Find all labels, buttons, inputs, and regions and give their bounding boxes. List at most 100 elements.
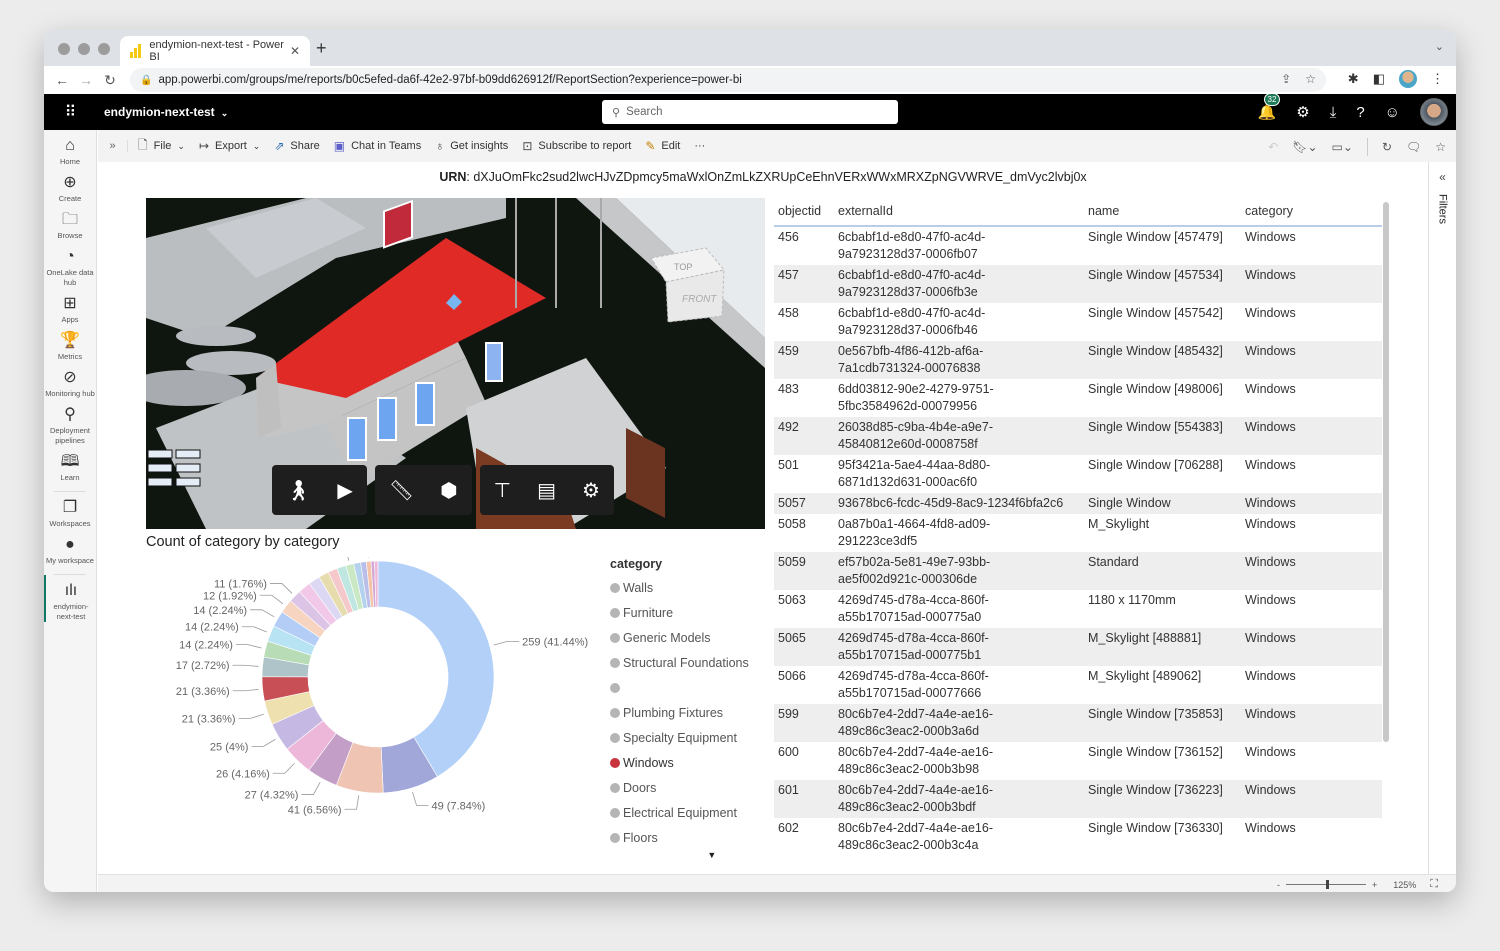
nav-item-7[interactable]: ⚲ Deployment pipelines [44,399,96,446]
browser-tab[interactable]: endymion-next-test - Power BI ✕ [120,36,310,66]
help-icon[interactable]: ? [1356,104,1364,121]
table-row[interactable]: 456 6cbabf1d-e8d0-47f0-ac4d- 9a7923128d37… [774,226,1382,265]
model-browser-icon[interactable]: ⊤ [494,478,511,503]
table-scrollbar[interactable] [1383,202,1389,742]
export-menu[interactable]: ↦ Export ⌄ [199,139,260,153]
donut-chart[interactable]: 259 (41.44%) 49 (7.84%) 41 (6.56%) 27 (4.32… [146,557,606,857]
more-options-button[interactable]: ··· [694,140,705,152]
nav-item-11[interactable]: ılı endymion-next-test [44,575,96,622]
search-input[interactable]: ⚲ Search [602,100,898,124]
table-row[interactable]: 483 6dd03812-90e2-4279-9751- 5fbc3584962d… [774,379,1382,417]
back-icon[interactable]: ← [50,72,74,88]
view-icon[interactable]: ▭⌄ [1332,140,1353,154]
user-avatar[interactable] [1420,98,1448,126]
nav-item-5[interactable]: 🏆 Metrics [44,325,96,362]
reload-icon[interactable]: ↻ [98,72,122,89]
expand-pane-icon[interactable]: » [98,140,128,152]
table-row[interactable]: 601 80c6b7e4-2dd7-4a4e-ae16- 489c86c3eac2… [774,780,1382,818]
undo-icon[interactable]: ↶ [1268,140,1278,154]
zoom-out-button[interactable]: - [1277,880,1280,890]
download-icon[interactable]: ⤓ [1330,104,1337,121]
zoom-slider[interactable] [1286,880,1366,889]
table-row[interactable]: 5057 93678bc6-fcdc-45d9-8ac9-1234f6bfa2c6… [774,493,1382,514]
forward-icon[interactable]: → [74,72,98,88]
legend-item[interactable] [610,675,749,700]
close-window-button[interactable] [58,43,70,55]
properties-icon[interactable]: ▤ [537,478,556,503]
legend-item[interactable]: Structural Foundations [610,650,749,675]
share-page-icon[interactable]: ⇪ [1281,72,1291,86]
legend-item[interactable]: Windows [610,750,749,775]
side-panel-icon[interactable]: ◧ [1373,71,1385,87]
new-tab-button[interactable]: + [316,38,327,59]
nav-item-4[interactable]: ⊞ Apps [44,288,96,325]
url-input[interactable]: 🔒 app.powerbi.com/groups/me/reports/b0c5… [130,68,1326,92]
bookmark-icon[interactable]: 🔖︎⌄ [1292,140,1317,154]
table-row[interactable]: 458 6cbabf1d-e8d0-47f0-ac4d- 9a7923128d37… [774,303,1382,341]
table-row[interactable]: 457 6cbabf1d-e8d0-47f0-ac4d- 9a7923128d37… [774,265,1382,303]
first-person-icon[interactable]: 🚶︎ [286,478,311,503]
nav-item-6[interactable]: ⊘ Monitoring hub [44,362,96,399]
browser-profile-avatar[interactable] [1399,70,1417,88]
legend-item[interactable]: Plumbing Fixtures [610,700,749,725]
legend-item[interactable]: Electrical Equipment [610,800,749,825]
favorite-star-icon[interactable]: ☆ [1435,140,1446,154]
zoom-slider-thumb[interactable] [1326,880,1329,889]
collapse-filters-icon[interactable]: « [1429,170,1456,184]
tab-close-icon[interactable]: ✕ [290,44,300,58]
nav-item-10[interactable]: ● My workspace [44,529,96,566]
refresh-icon[interactable]: ↻ [1382,140,1392,154]
legend-item[interactable]: Walls [610,575,749,600]
legend-more-arrow[interactable]: ▼ [675,850,749,860]
app-launcher-icon[interactable]: ⠿ [44,102,96,122]
nav-item-2[interactable]: 🗀 Browse [44,204,96,241]
notifications-button[interactable]: 🔔 32 [1258,93,1281,121]
legend-item[interactable]: Floors [610,825,749,850]
minimize-window-button[interactable] [78,43,90,55]
feedback-smiley-icon[interactable]: ☺ [1385,104,1400,121]
bookmark-star-icon[interactable]: ☆ [1305,72,1316,86]
table-row[interactable]: 5063 4269d745-d78a-4cca-860f- a55b170715a… [774,590,1382,628]
get-insights-button[interactable]: ♁ Get insights [435,139,508,153]
legend-item[interactable]: Doors [610,775,749,800]
zoom-in-button[interactable]: + [1372,880,1377,890]
extensions-icon[interactable]: ✱ [1348,71,1359,87]
table-row[interactable]: 5058 0a87b0a1-4664-4fd8-ad09- 291223ce3df… [774,514,1382,552]
file-menu[interactable]: 🗋 File ⌄ [138,136,185,157]
subscribe-button[interactable]: ⊡ Subscribe to report [522,139,631,153]
share-button[interactable]: ⇗ Share [274,139,319,153]
section-cube-icon[interactable]: ⬢ [440,478,457,503]
nav-item-8[interactable]: 🕮 Learn [44,446,96,483]
browser-menu-icon[interactable]: ⋮ [1431,71,1444,87]
table-row[interactable]: 599 80c6b7e4-2dd7-4a4e-ae16- 489c86c3eac2… [774,704,1382,742]
table-row[interactable]: 5059 ef57b02a-5e81-49e7-93bb- ae5f002d921… [774,552,1382,590]
legend-item[interactable]: Specialty Equipment [610,725,749,750]
column-header[interactable]: objectid [774,198,834,227]
comment-icon[interactable]: 🗨︎ [1406,140,1421,154]
table-row[interactable]: 600 80c6b7e4-2dd7-4a4e-ae16- 489c86c3eac2… [774,742,1382,780]
chat-in-teams-button[interactable]: ▣ Chat in Teams [334,139,421,153]
table-row[interactable]: 492 26038d85-c9ba-4b4e-a9e7- 45840812e60d… [774,417,1382,455]
workspace-selector[interactable]: endymion-next-test ⌄ [104,105,228,119]
gear-icon[interactable]: ⚙ [1296,103,1309,121]
column-header[interactable]: name [1084,198,1241,227]
settings-gear-icon[interactable]: ⚙ [582,478,600,503]
legend-item[interactable]: Furniture [610,600,749,625]
table-row[interactable]: 5066 4269d745-d78a-4cca-860f- a55b170715a… [774,666,1382,704]
column-header[interactable]: externalId [834,198,1084,227]
table-row[interactable]: 5065 4269d745-d78a-4cca-860f- a55b170715a… [774,628,1382,666]
3d-model-viewer[interactable]: TOP FRONT 🚶︎ ▶︎ 📏︎ ⬢ ⊤ ▤ ⚙ [146,198,765,529]
measure-ruler-icon[interactable]: 📏︎ [389,478,414,503]
fit-to-page-icon[interactable]: ⛶ [1430,878,1438,891]
nav-item-0[interactable]: ⌂ Home [44,130,96,167]
maximize-window-button[interactable] [98,43,110,55]
table-row[interactable]: 602 80c6b7e4-2dd7-4a4e-ae16- 489c86c3eac2… [774,818,1382,856]
donut-slice-walls[interactable] [377,560,495,778]
camera-icon[interactable]: ▶︎ [337,478,352,503]
table-row[interactable]: 459 0e567bfb-4f86-412b-af6a- 7a1cdb731324… [774,341,1382,379]
filters-pane[interactable]: « Filters [1428,162,1456,874]
nav-item-1[interactable]: ⊕ Create [44,167,96,204]
legend-item[interactable]: Generic Models [610,625,749,650]
nav-item-9[interactable]: ❐ Workspaces [44,492,96,529]
column-header[interactable]: category [1241,198,1382,227]
